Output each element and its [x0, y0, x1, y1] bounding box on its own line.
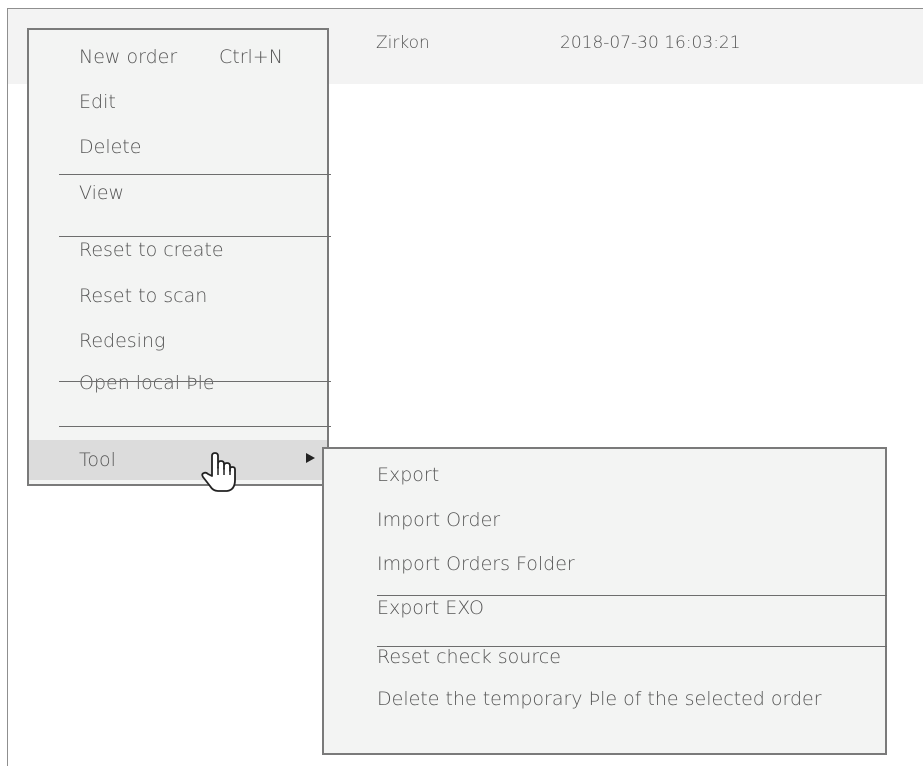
menu-item-label: View — [79, 182, 125, 204]
menu-item-edit[interactable]: Edit — [29, 82, 327, 122]
submenu-item-export-exo[interactable]: Export EXO — [324, 588, 885, 628]
menu-item-label: Reset to scan — [79, 285, 208, 307]
menu-item-label: New order — [79, 46, 178, 68]
submenu-item-label: Export EXO — [377, 597, 484, 619]
submenu-item-label: Import Orders Folder — [377, 553, 575, 575]
triangle-right-icon — [306, 453, 315, 463]
menu-item-label: Reset to create — [79, 239, 224, 261]
menu-item-label: Tool — [79, 449, 116, 471]
submenu-item-import-orders-folder[interactable]: Import Orders Folder — [324, 544, 885, 584]
submenu-item-label: Import Order — [377, 509, 501, 531]
order-date-cell: 2018-07-30 16:03:21 — [560, 33, 741, 53]
submenu-item-label: Delete the temporary Þle of the selected… — [377, 688, 822, 710]
menu-item-label: Redesing — [79, 330, 166, 352]
submenu-item-import-order[interactable]: Import Order — [324, 500, 885, 540]
menu-item-label: Edit — [79, 91, 116, 113]
menu-item-reset-to-create[interactable]: Reset to create — [29, 230, 327, 270]
context-menu: New order Ctrl+N Edit Delete View Reset … — [27, 28, 331, 486]
menu-item-shortcut: Ctrl+N — [219, 46, 283, 68]
hand-pointer-icon — [201, 452, 236, 492]
submenu-item-export[interactable]: Export — [324, 455, 885, 495]
menu-item-redesign[interactable]: Redesing — [29, 321, 327, 361]
menu-item-tool[interactable]: Tool — [29, 440, 327, 480]
submenu-item-label: Export — [377, 464, 440, 486]
submenu-item-delete-temp-file[interactable]: Delete the temporary Þle of the selected… — [324, 679, 885, 719]
tool-submenu: Export Import Order Import Orders Folder… — [322, 447, 887, 755]
menu-item-reset-to-scan[interactable]: Reset to scan — [29, 276, 327, 316]
menu-item-delete[interactable]: Delete — [29, 127, 327, 167]
menu-separator — [59, 381, 331, 382]
menu-item-view[interactable]: View — [29, 173, 327, 213]
menu-item-open-local-file[interactable]: Open local Þle — [29, 363, 327, 403]
submenu-item-label: Reset check source — [377, 646, 561, 668]
menu-item-label: Delete — [79, 136, 142, 158]
menu-separator — [59, 426, 331, 427]
submenu-item-reset-check-source[interactable]: Reset check source — [324, 637, 885, 677]
order-name-cell: Zirkon — [376, 33, 430, 53]
menu-item-new-order[interactable]: New order Ctrl+N — [29, 37, 327, 77]
menu-item-label: Open local Þle — [79, 372, 215, 394]
